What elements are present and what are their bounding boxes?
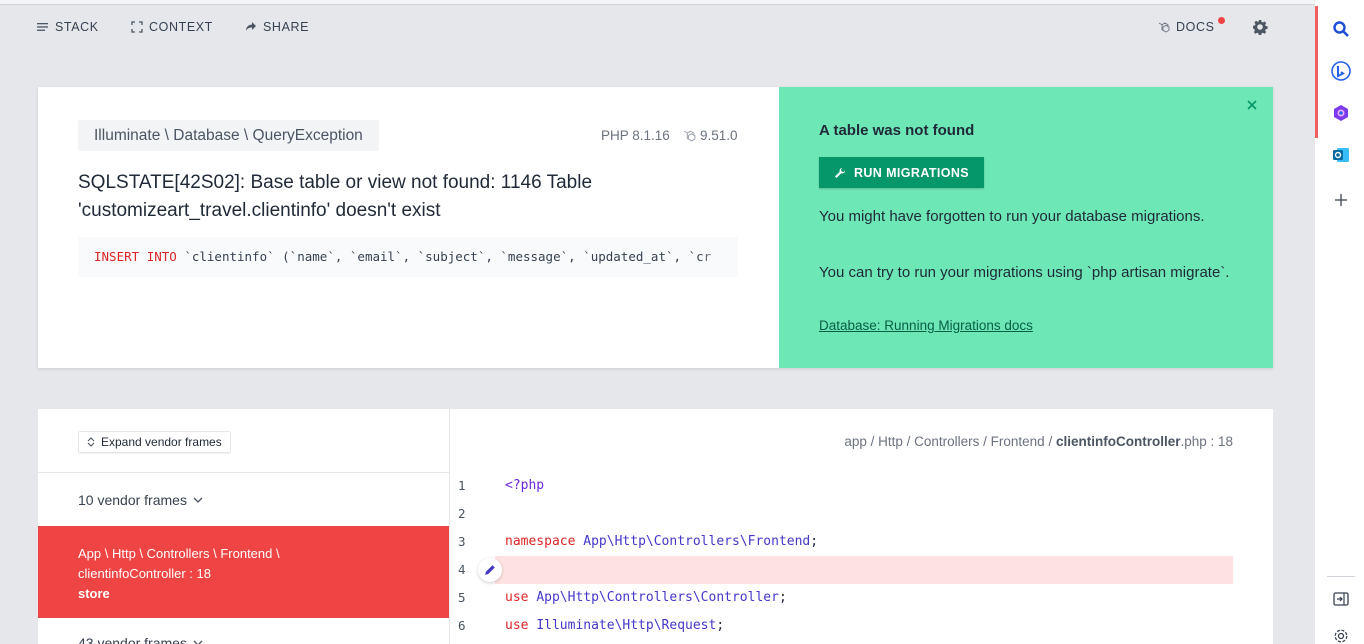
code-viewer: app / Http / Controllers / Frontend / cl…: [450, 409, 1273, 644]
run-migrations-label: RUN MIGRATIONS: [853, 165, 970, 180]
wrench-icon: [834, 167, 846, 178]
sql-query: INSERT INTO `clientinfo` (`name`, `email…: [78, 237, 738, 277]
php-version: PHP 8.1.16: [601, 128, 670, 143]
outlook-icon[interactable]: [1331, 145, 1351, 165]
code-keyword: use: [505, 590, 529, 605]
gear-icon[interactable]: [1331, 626, 1351, 644]
code-line: 2: [450, 500, 1273, 528]
vendor-frames-label: 10 vendor frames: [78, 492, 187, 508]
gear-icon[interactable]: [1252, 19, 1268, 35]
file-path[interactable]: app / Http / Controllers / Frontend / cl…: [844, 434, 1233, 449]
browser-sidebar: [1314, 0, 1364, 644]
share-arrow-icon: [246, 22, 256, 31]
php-open-tag: <?php: [505, 478, 545, 493]
file-path-line: .php : 18: [1180, 434, 1233, 449]
chevron-down-icon: [193, 497, 203, 503]
file-path-dir: app / Http / Controllers / Frontend /: [844, 434, 1056, 449]
code-namespace: App\Http\Controllers\Controller: [536, 590, 779, 605]
code-punct: ;: [810, 534, 819, 549]
expand-corners-icon: [131, 21, 143, 33]
code-namespace: App\Http\Controllers\Frontend: [583, 534, 811, 549]
nav-share[interactable]: SHARE: [245, 20, 309, 34]
laravel-icon: [683, 130, 696, 142]
code-line: 6 use Illuminate\Http\Request;: [450, 612, 1273, 640]
code-keyword: namespace: [505, 534, 576, 549]
line-number: 1: [458, 478, 466, 493]
search-icon[interactable]: [1331, 19, 1351, 39]
nav-context-label: CONTEXT: [149, 20, 213, 34]
frames-panel: Expand vendor frames 10 vendor frames Ap…: [38, 409, 450, 644]
sql-text: `clientinfo` (`name`, `email`, `subject`…: [184, 249, 712, 264]
sidebar-collapse-icon[interactable]: [1331, 589, 1351, 609]
nav-share-label: SHARE: [263, 20, 310, 34]
nav-docs[interactable]: DOCS: [1158, 20, 1215, 34]
pencil-icon: [485, 565, 495, 575]
frame-namespace: App \ Http \ Controllers \ Frontend \: [78, 546, 280, 561]
stack-card: Expand vendor frames 10 vendor frames Ap…: [38, 409, 1273, 644]
code-line-highlighted: 4: [450, 556, 1273, 584]
sql-keyword: INTO: [146, 249, 177, 264]
vendor-frames-group[interactable]: 10 vendor frames: [78, 492, 203, 508]
solution-title: A table was not found: [819, 122, 975, 139]
laravel-version: 9.51.0: [683, 128, 738, 143]
exception-card: Illuminate \ Database \ QueryException P…: [38, 87, 1273, 368]
nav-stack[interactable]: STACK: [37, 20, 99, 34]
frame-file: clientinfoController : 18: [78, 566, 211, 581]
line-number: 2: [458, 506, 466, 521]
code-line: 1 <?php: [450, 472, 1273, 500]
solution-panel: A table was not found RUN MIGRATIONS You…: [779, 87, 1273, 368]
nav-stack-label: STACK: [55, 20, 99, 34]
open-in-editor-button[interactable]: [478, 558, 502, 582]
ignition-nav: STACK CONTEXT SHARE DOCS: [0, 6, 1314, 50]
laravel-icon: [1158, 22, 1170, 33]
migrations-docs-link[interactable]: Database: Running Migrations docs: [819, 318, 1033, 333]
solution-hint: You can try to run your migrations using…: [819, 264, 1230, 281]
notification-dot: [1218, 17, 1225, 24]
line-number: 6: [458, 618, 466, 633]
code-line: 5 use App\Http\Controllers\Controller;: [450, 584, 1273, 612]
vendor-frames-label: 43 vendor frames: [78, 635, 187, 644]
nav-docs-label: DOCS: [1176, 20, 1215, 34]
line-number: 4: [458, 562, 466, 577]
chevron-down-icon: [193, 640, 203, 644]
vendor-frames-group[interactable]: 43 vendor frames: [78, 635, 203, 644]
chevron-up-down-icon: [87, 437, 95, 447]
plus-icon[interactable]: [1331, 190, 1351, 210]
close-icon[interactable]: [1245, 98, 1259, 112]
solution-description: You might have forgotten to run your dat…: [819, 208, 1205, 225]
expand-vendor-frames-button[interactable]: Expand vendor frames: [78, 431, 231, 453]
exception-class: Illuminate \ Database \ QueryException: [78, 120, 379, 151]
list-icon: [37, 23, 48, 31]
sidebar-accent: [1315, 6, 1318, 138]
nav-context[interactable]: CONTEXT: [131, 20, 213, 34]
code-punct: ;: [778, 590, 787, 605]
copilot-icon[interactable]: [1331, 103, 1351, 123]
code-namespace: Illuminate\Http\Request: [536, 618, 717, 633]
active-stack-frame[interactable]: App \ Http \ Controllers \ Frontend \ cl…: [38, 526, 449, 618]
sql-keyword: INSERT: [94, 249, 140, 264]
bing-icon[interactable]: [1331, 61, 1351, 81]
code-line: 3 namespace App\Http\Controllers\Fronten…: [450, 528, 1273, 556]
code-keyword: use: [505, 618, 529, 633]
line-number: 5: [458, 590, 466, 605]
expand-vendor-frames-label: Expand vendor frames: [101, 435, 222, 449]
exception-message: SQLSTATE[42S02]: Base table or view not …: [78, 172, 593, 221]
frame-method: store: [78, 586, 110, 601]
laravel-version-label: 9.51.0: [700, 128, 738, 143]
file-path-name: clientinfoController: [1055, 434, 1181, 449]
line-number: 3: [458, 534, 466, 549]
code-punct: ;: [716, 618, 725, 633]
run-migrations-button[interactable]: RUN MIGRATIONS: [819, 157, 984, 188]
